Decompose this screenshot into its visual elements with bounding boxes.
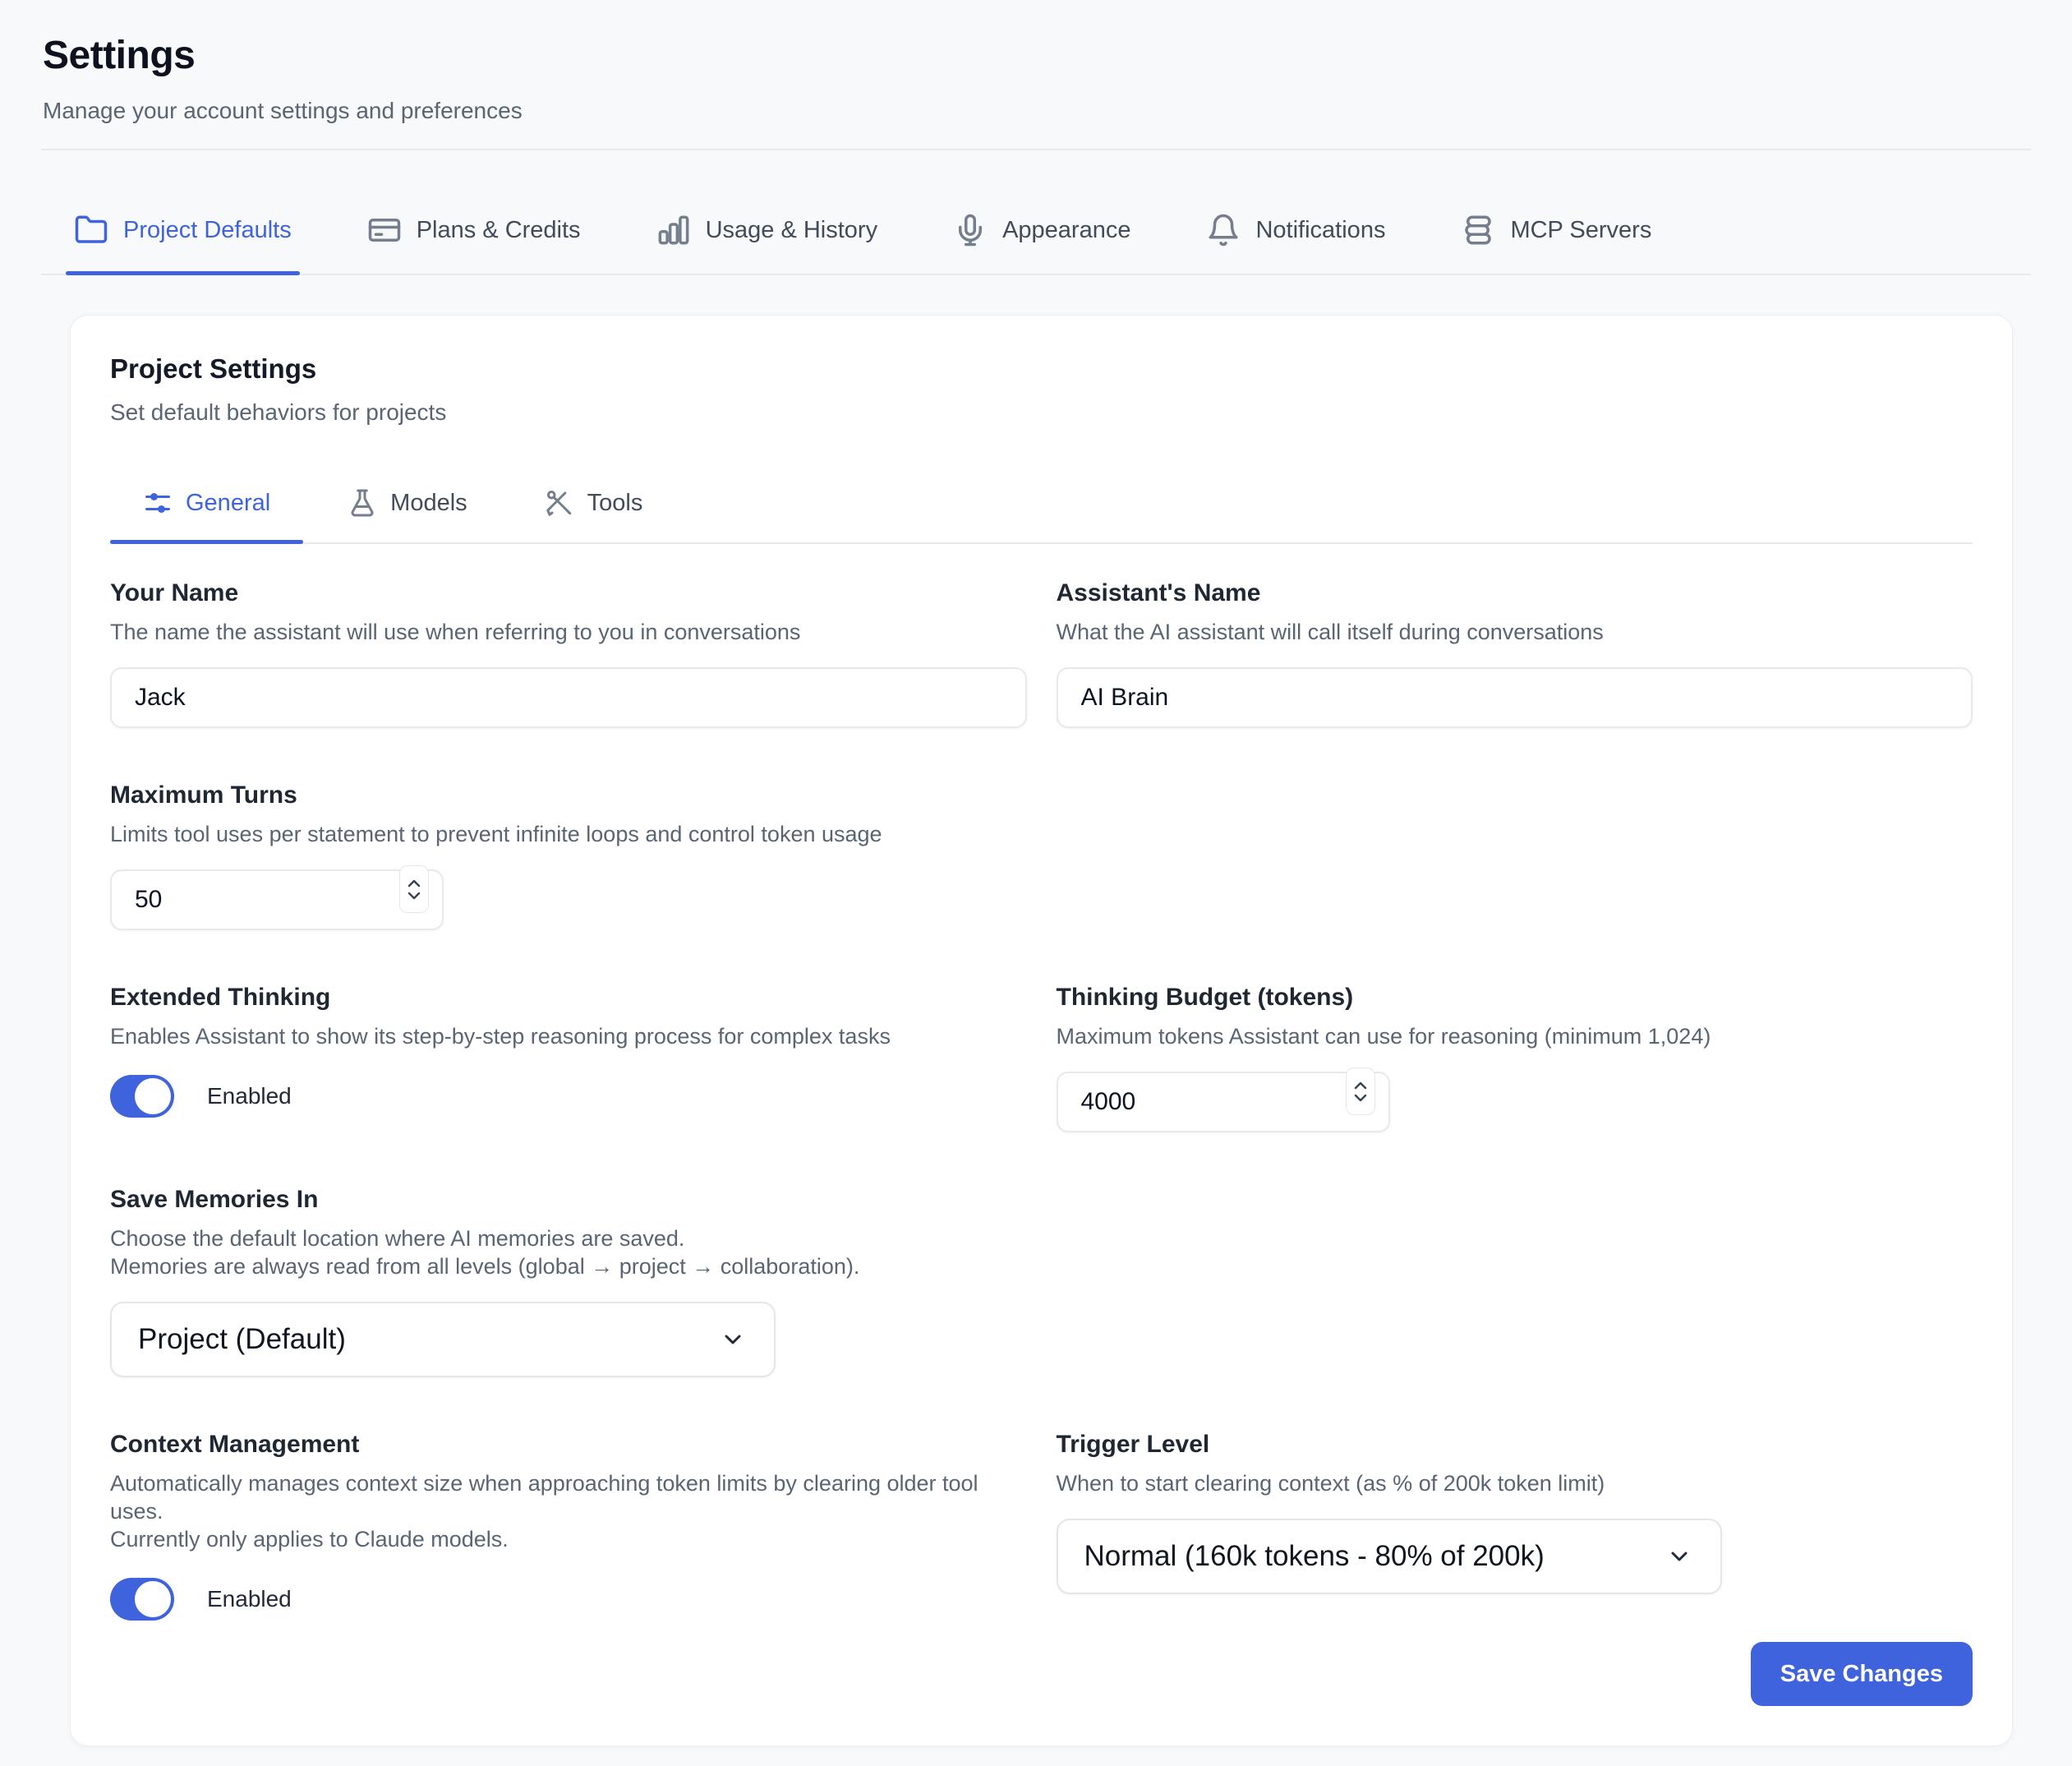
trigger-level-label: Trigger Level xyxy=(1057,1430,1973,1459)
context-management-label: Context Management xyxy=(110,1430,1027,1459)
assistant-name-input[interactable] xyxy=(1057,667,1973,728)
thinking-budget-field-group: Thinking Budget (tokens) Maximum tokens … xyxy=(1057,983,1973,1132)
tab-plans-credits[interactable]: Plans & Credits xyxy=(359,150,589,274)
chevron-down-icon xyxy=(1354,1094,1367,1102)
flask-icon xyxy=(348,488,377,518)
credit-card-icon xyxy=(367,213,402,247)
save-memories-select[interactable]: Project (Default) xyxy=(110,1302,776,1377)
assistant-name-field-group: Assistant's Name What the AI assistant w… xyxy=(1057,579,1973,728)
tab-label: Plans & Credits xyxy=(417,217,581,244)
extended-thinking-description: Enables Assistant to show its step-by-st… xyxy=(110,1022,1027,1050)
tab-usage-history[interactable]: Usage & History xyxy=(648,150,886,274)
page-header: Settings Manage your account settings an… xyxy=(0,0,2072,124)
tab-tools[interactable]: Tools xyxy=(512,468,676,542)
bell-icon xyxy=(1206,213,1241,247)
tab-notifications[interactable]: Notifications xyxy=(1198,150,1393,274)
context-management-field-group: Context Management Automatically manages… xyxy=(110,1430,1027,1621)
your-name-label: Your Name xyxy=(110,579,1027,608)
chevron-down-icon xyxy=(407,892,421,900)
card-footer: Save Changes xyxy=(110,1642,1973,1706)
tab-label: MCP Servers xyxy=(1510,217,1651,244)
context-management-description-line2: Currently only applies to Claude models. xyxy=(110,1525,1027,1553)
maximum-turns-stepper[interactable] xyxy=(399,865,429,913)
tab-label: General xyxy=(186,490,270,517)
your-name-description: The name the assistant will use when ref… xyxy=(110,618,1027,646)
your-name-input[interactable] xyxy=(110,667,1027,728)
tab-project-defaults[interactable]: Project Defaults xyxy=(66,150,300,274)
maximum-turns-label: Maximum Turns xyxy=(110,781,1027,810)
trigger-level-description: When to start clearing context (as % of … xyxy=(1057,1469,1973,1497)
tab-general[interactable]: General xyxy=(110,468,303,542)
save-memories-selected-value: Project (Default) xyxy=(138,1323,346,1356)
trigger-level-selected-value: Normal (160k tokens - 80% of 200k) xyxy=(1084,1540,1545,1573)
context-management-toggle[interactable] xyxy=(110,1578,174,1621)
tab-label: Project Defaults xyxy=(123,217,292,244)
tab-label: Usage & History xyxy=(706,217,878,244)
tab-label: Appearance xyxy=(1002,217,1130,244)
chevron-down-icon xyxy=(720,1326,746,1353)
save-memories-description-line1: Choose the default location where AI mem… xyxy=(110,1224,1027,1252)
thinking-budget-description: Maximum tokens Assistant can use for rea… xyxy=(1057,1022,1973,1050)
extended-thinking-label: Extended Thinking xyxy=(110,983,1027,1012)
save-memories-label: Save Memories In xyxy=(110,1185,1027,1215)
tab-appearance[interactable]: Appearance xyxy=(945,150,1139,274)
extended-thinking-state: Enabled xyxy=(207,1083,292,1109)
thinking-budget-input[interactable] xyxy=(1057,1072,1390,1132)
your-name-field-group: Your Name The name the assistant will us… xyxy=(110,579,1027,728)
general-settings-form: Your Name The name the assistant will us… xyxy=(110,579,1973,1621)
card-title: Project Settings xyxy=(110,353,1973,385)
server-stack-icon xyxy=(1461,213,1495,247)
tab-label: Tools xyxy=(587,490,643,517)
page-subtitle: Manage your account settings and prefere… xyxy=(43,98,2031,124)
trigger-level-select[interactable]: Normal (160k tokens - 80% of 200k) xyxy=(1057,1519,1722,1594)
thinking-budget-stepper[interactable] xyxy=(1346,1067,1375,1115)
maximum-turns-description: Limits tool uses per statement to preven… xyxy=(110,820,1027,848)
thinking-budget-label: Thinking Budget (tokens) xyxy=(1057,983,1973,1012)
assistant-name-label: Assistant's Name xyxy=(1057,579,1973,608)
trigger-level-field-group: Trigger Level When to start clearing con… xyxy=(1057,1430,1973,1594)
chevron-up-icon xyxy=(407,879,421,888)
chevron-up-icon xyxy=(1354,1081,1367,1090)
maximum-turns-input[interactable] xyxy=(110,869,444,930)
tab-models[interactable]: Models xyxy=(315,468,500,542)
page-title: Settings xyxy=(43,33,2031,78)
tools-icon xyxy=(545,488,574,518)
settings-tab-bar: Project Defaults Plans & Credits Usage &… xyxy=(41,150,2031,275)
maximum-turns-field-group: Maximum Turns Limits tool uses per state… xyxy=(110,781,1027,930)
sliders-icon xyxy=(143,488,173,518)
save-memories-description-line2: Memories are always read from all levels… xyxy=(110,1252,1027,1280)
project-settings-tab-bar: General Models Tools xyxy=(110,468,1973,544)
assistant-name-description: What the AI assistant will call itself d… xyxy=(1057,618,1973,646)
tab-mcp-servers[interactable]: MCP Servers xyxy=(1453,150,1660,274)
extended-thinking-field-group: Extended Thinking Enables Assistant to s… xyxy=(110,983,1027,1118)
context-management-state: Enabled xyxy=(207,1586,292,1612)
microphone-icon xyxy=(953,213,988,247)
chevron-down-icon xyxy=(1666,1543,1692,1570)
save-changes-button[interactable]: Save Changes xyxy=(1751,1642,1973,1706)
tab-label: Models xyxy=(390,490,467,517)
context-management-description-line1: Automatically manages context size when … xyxy=(110,1469,1027,1525)
folder-icon xyxy=(74,213,108,247)
tab-label: Notifications xyxy=(1255,217,1385,244)
project-settings-card: Project Settings Set default behaviors f… xyxy=(70,315,2013,1746)
settings-page: Settings Manage your account settings an… xyxy=(0,0,2072,1746)
save-memories-field-group: Save Memories In Choose the default loca… xyxy=(110,1185,1027,1377)
card-subtitle: Set default behaviors for projects xyxy=(110,399,1973,426)
bar-chart-icon xyxy=(656,213,691,247)
extended-thinking-toggle[interactable] xyxy=(110,1075,174,1118)
